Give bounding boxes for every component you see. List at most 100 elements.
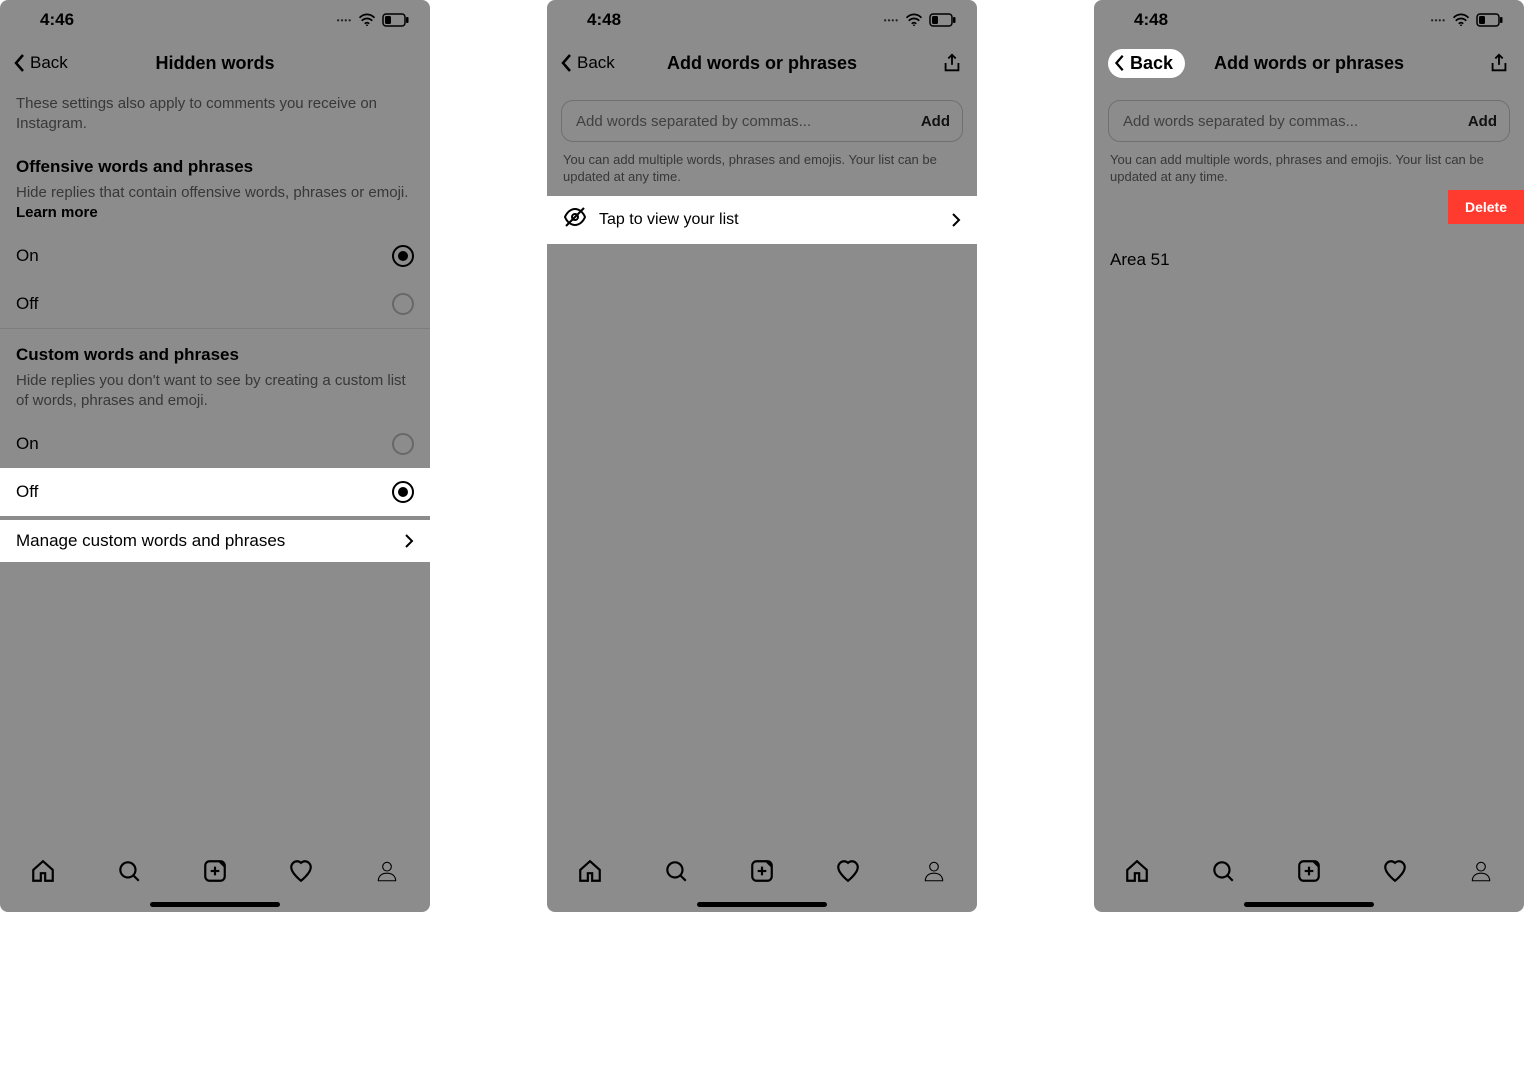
back-label: Back	[30, 53, 68, 73]
tap-view-list-row[interactable]: Tap to view your list	[547, 196, 977, 244]
wifi-icon	[358, 13, 376, 27]
profile-icon[interactable]	[1468, 858, 1494, 884]
bottom-nav	[0, 844, 430, 896]
custom-desc: Hide replies you don't want to see by cr…	[0, 371, 430, 420]
nav-header: Back Add words or phrases	[547, 40, 977, 86]
content-area: These settings also apply to comments yo…	[0, 86, 430, 844]
wifi-icon	[905, 13, 923, 27]
delete-button[interactable]: Delete	[1448, 190, 1524, 224]
home-icon[interactable]	[1124, 858, 1150, 884]
chevron-right-icon	[951, 212, 961, 228]
nav-header: Back Hidden words	[0, 40, 430, 86]
back-button[interactable]: Back	[14, 53, 68, 73]
add-button[interactable]: Add	[1468, 113, 1497, 130]
add-words-field[interactable]: Add	[561, 100, 963, 142]
delete-label: Delete	[1465, 199, 1507, 215]
radio-custom-on[interactable]	[392, 433, 414, 455]
screen-hidden-words: 4:46 •••• Back Hidden words These settin…	[0, 0, 430, 912]
offensive-desc: Hide replies that contain offensive word…	[0, 183, 430, 232]
spacer	[0, 562, 430, 844]
custom-on-row[interactable]: On	[0, 420, 430, 468]
status-bar: 4:48 ••••	[547, 0, 977, 40]
page-title: Add words or phrases	[667, 53, 857, 74]
home-icon[interactable]	[30, 858, 56, 884]
learn-more-link[interactable]: Learn more	[16, 204, 98, 221]
custom-off-row[interactable]: Off	[0, 468, 430, 516]
heart-icon[interactable]	[835, 858, 861, 884]
back-button-highlighted[interactable]: Back	[1108, 49, 1185, 78]
search-icon[interactable]	[663, 858, 689, 884]
offensive-on-row[interactable]: On	[0, 232, 430, 280]
battery-icon	[382, 13, 410, 27]
profile-icon[interactable]	[921, 858, 947, 884]
status-icons: ••••	[337, 13, 410, 27]
search-icon[interactable]	[116, 858, 142, 884]
back-button[interactable]: Back	[561, 53, 615, 73]
offensive-off-row[interactable]: Off	[0, 280, 430, 328]
custom-title: Custom words and phrases	[0, 329, 430, 371]
offensive-on-label: On	[16, 246, 39, 266]
spacer	[1094, 288, 1524, 844]
hidden-word-text: Area 51	[1110, 250, 1170, 269]
custom-off-label: Off	[16, 482, 38, 502]
words-input[interactable]	[574, 112, 921, 131]
offensive-title: Offensive words and phrases	[0, 141, 430, 183]
profile-icon[interactable]	[374, 858, 400, 884]
add-button[interactable]: Add	[921, 113, 950, 130]
back-label: Back	[577, 53, 615, 73]
offensive-off-label: Off	[16, 294, 38, 314]
create-icon[interactable]	[749, 858, 775, 884]
search-icon[interactable]	[1210, 858, 1236, 884]
radio-off[interactable]	[392, 293, 414, 315]
screen-word-list: 4:48 •••• Back Add words or phrases Add …	[1094, 0, 1524, 912]
manage-custom-label: Manage custom words and phrases	[16, 531, 285, 551]
spacer	[547, 244, 977, 844]
battery-icon	[929, 13, 957, 27]
offensive-desc-text: Hide replies that contain offensive word…	[16, 184, 408, 201]
page-title: Add words or phrases	[1214, 53, 1404, 74]
page-title: Hidden words	[155, 53, 274, 74]
bottom-nav	[1094, 844, 1524, 896]
back-label: Back	[1130, 53, 1173, 74]
chevron-right-icon	[404, 533, 414, 549]
radio-custom-off-selected[interactable]	[392, 481, 414, 503]
content-area: Add You can add multiple words, phrases …	[547, 86, 977, 844]
bottom-nav	[547, 844, 977, 896]
words-input[interactable]	[1121, 112, 1468, 131]
custom-on-label: On	[16, 434, 39, 454]
wifi-icon	[1452, 13, 1470, 27]
radio-on-selected[interactable]	[392, 245, 414, 267]
nav-header: Back Add words or phrases	[1094, 40, 1524, 86]
status-bar: 4:46 ••••	[0, 0, 430, 40]
cellular-dots-icon: ••••	[337, 16, 352, 25]
status-time: 4:48	[587, 10, 621, 30]
status-time: 4:46	[40, 10, 74, 30]
hidden-word-item[interactable]: Area 51	[1094, 232, 1524, 288]
screen-add-words: 4:48 •••• Back Add words or phrases Add …	[547, 0, 977, 912]
add-words-field[interactable]: Add	[1108, 100, 1510, 142]
cellular-dots-icon: ••••	[884, 16, 899, 25]
helper-text: You can add multiple words, phrases and …	[1094, 148, 1524, 196]
home-indicator	[547, 896, 977, 912]
create-icon[interactable]	[202, 858, 228, 884]
create-icon[interactable]	[1296, 858, 1322, 884]
status-bar: 4:48 ••••	[1094, 0, 1524, 40]
status-time: 4:48	[1134, 10, 1168, 30]
share-button[interactable]	[1488, 52, 1510, 74]
heart-icon[interactable]	[288, 858, 314, 884]
content-area: Add You can add multiple words, phrases …	[1094, 86, 1524, 844]
tap-view-label: Tap to view your list	[599, 211, 939, 229]
home-indicator	[0, 896, 430, 912]
battery-icon	[1476, 13, 1504, 27]
helper-text: You can add multiple words, phrases and …	[547, 148, 977, 196]
share-button[interactable]	[941, 52, 963, 74]
cellular-dots-icon: ••••	[1431, 16, 1446, 25]
status-icons: ••••	[1431, 13, 1504, 27]
intro-text: These settings also apply to comments yo…	[0, 86, 430, 141]
eye-off-icon	[563, 205, 587, 234]
home-indicator	[1094, 896, 1524, 912]
status-icons: ••••	[884, 13, 957, 27]
heart-icon[interactable]	[1382, 858, 1408, 884]
home-icon[interactable]	[577, 858, 603, 884]
manage-custom-row[interactable]: Manage custom words and phrases	[0, 520, 430, 562]
